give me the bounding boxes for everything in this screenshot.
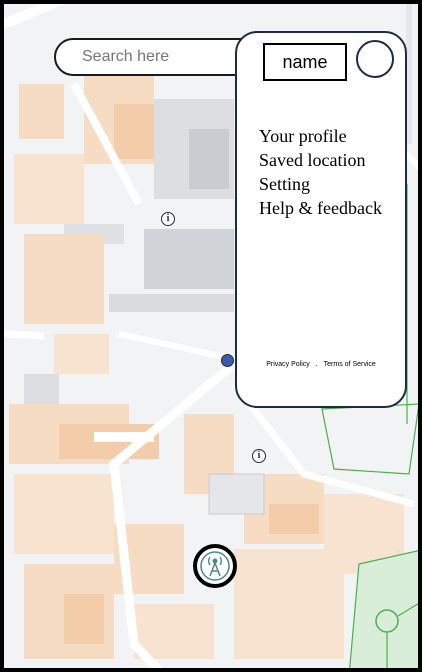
avatar-icon[interactable]: [356, 40, 394, 78]
panel-footer: Privacy Policy . Terms of Service: [237, 361, 405, 368]
menu-item-saved-location[interactable]: Saved location: [259, 148, 382, 172]
menu-item-your-profile[interactable]: Your profile: [259, 124, 382, 148]
privacy-policy-link[interactable]: Privacy Policy: [266, 361, 310, 368]
profile-menu-panel: name Your profile Saved location Setting…: [235, 31, 407, 408]
profile-menu: Your profile Saved location Setting Help…: [259, 124, 382, 220]
menu-item-help-feedback[interactable]: Help & feedback: [259, 196, 382, 220]
current-location-dot[interactable]: [221, 354, 234, 367]
profile-name-field[interactable]: name: [263, 43, 347, 81]
info-icon[interactable]: i: [252, 449, 266, 463]
terms-of-service-link[interactable]: Terms of Service: [324, 361, 376, 368]
menu-item-setting[interactable]: Setting: [259, 172, 382, 196]
app-frame: name Your profile Saved location Setting…: [0, 0, 422, 672]
info-icon[interactable]: i: [161, 212, 175, 226]
signal-tower-icon[interactable]: [193, 544, 237, 588]
footer-separator: .: [315, 361, 318, 368]
signal-tower-glyph: [200, 551, 230, 581]
